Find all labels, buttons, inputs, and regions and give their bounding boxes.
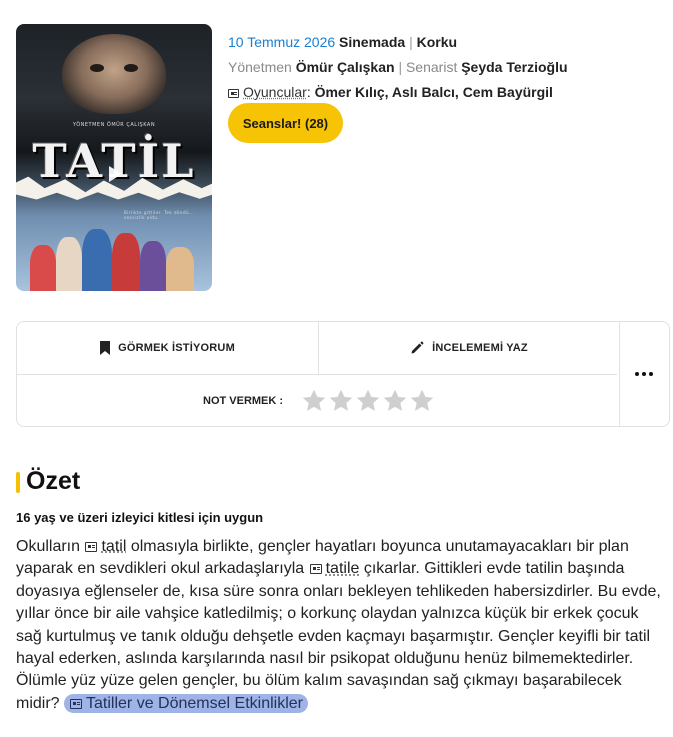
- movie-poster[interactable]: YÖNETMEN ÖMÜR ÇALIŞKAN TATİL Birlikte gi…: [16, 24, 212, 291]
- info-card-icon: [309, 564, 322, 575]
- pencil-icon: [411, 341, 424, 354]
- genre-text[interactable]: Korku: [417, 34, 457, 50]
- rating-row: NOT VERMEK :: [17, 375, 619, 427]
- poster-director-credit: YÖNETMEN ÖMÜR ÇALIŞKAN: [72, 122, 156, 128]
- section-accent-bar: [16, 472, 20, 493]
- cast-line: Oyuncular: Ömer Kılıç, Aslı Balcı, Cem B…: [228, 80, 658, 105]
- action-panel: GÖRMEK İSTİYORUM İNCELEMEMİ YAZ NOT VERM…: [16, 321, 670, 427]
- category-tag-label: Tatiller ve Dönemsel Etkinlikler: [86, 694, 303, 712]
- star-icon[interactable]: [355, 388, 381, 414]
- divider: |: [398, 59, 403, 75]
- info-card-icon: [228, 89, 239, 98]
- summary-part: Okulların: [16, 538, 85, 555]
- bookmark-icon: [100, 341, 111, 355]
- cast-names[interactable]: Ömer Kılıç, Aslı Balcı, Cem Bayürgil: [315, 84, 553, 100]
- more-dots-icon: [633, 372, 654, 376]
- more-options-button[interactable]: [618, 322, 669, 426]
- watchlist-label: GÖRMEK İSTİYORUM: [118, 342, 235, 354]
- cast-label[interactable]: Oyuncular: [243, 84, 307, 100]
- writer-name[interactable]: Şeyda Terzioğlu: [461, 59, 567, 75]
- review-label: İNCELEMEMİ YAZ: [432, 342, 528, 354]
- write-review-button[interactable]: İNCELEMEMİ YAZ: [319, 322, 619, 374]
- movie-meta: 10 Temmuz 2026 Sinemada | Korku Yönetmen…: [228, 30, 658, 105]
- director-name[interactable]: Ömür Çalışkan: [296, 59, 395, 75]
- status-text: Sinemada: [339, 34, 406, 50]
- writer-label: Senarist: [405, 59, 458, 75]
- watchlist-button[interactable]: GÖRMEK İSTİYORUM: [17, 322, 318, 374]
- star-icon[interactable]: [301, 388, 327, 414]
- star-icon[interactable]: [382, 388, 408, 414]
- keyword-link-tatil[interactable]: tatil: [101, 538, 126, 555]
- info-card-icon: [85, 542, 98, 552]
- poster-cast-image: [16, 211, 212, 291]
- play-icon[interactable]: [100, 160, 128, 188]
- keyword-link-tatile[interactable]: tatile: [326, 560, 360, 577]
- cast-colon: :: [306, 84, 311, 100]
- summary-part: çıkarlar. Gittikleri evde tatilin başınd…: [16, 560, 661, 712]
- showtimes-button[interactable]: Seanslar! (28): [228, 103, 343, 143]
- summary-text: Okulların tatil olmasıyla birlikte, genç…: [16, 536, 668, 715]
- summary-title: Özet: [26, 467, 81, 495]
- category-tag[interactable]: Tatiller ve Dönemsel Etkinlikler: [64, 693, 308, 713]
- info-card-icon: [70, 698, 83, 709]
- rating-label: NOT VERMEK :: [203, 395, 284, 407]
- star-icon[interactable]: [328, 388, 354, 414]
- star-icon[interactable]: [409, 388, 435, 414]
- director-label: Yönetmen: [228, 59, 292, 75]
- star-rating[interactable]: [301, 388, 435, 414]
- divider: |: [409, 34, 413, 50]
- age-rating: 16 yaş ve üzeri izleyici kitlesi için uy…: [16, 510, 264, 525]
- release-line: 10 Temmuz 2026 Sinemada | Korku: [228, 30, 658, 55]
- poster-face-image: [62, 34, 166, 114]
- crew-line: Yönetmen Ömür Çalışkan | Senarist Şeyda …: [228, 55, 658, 80]
- release-date[interactable]: 10 Temmuz 2026: [228, 34, 335, 50]
- poster-eyes: [88, 64, 140, 74]
